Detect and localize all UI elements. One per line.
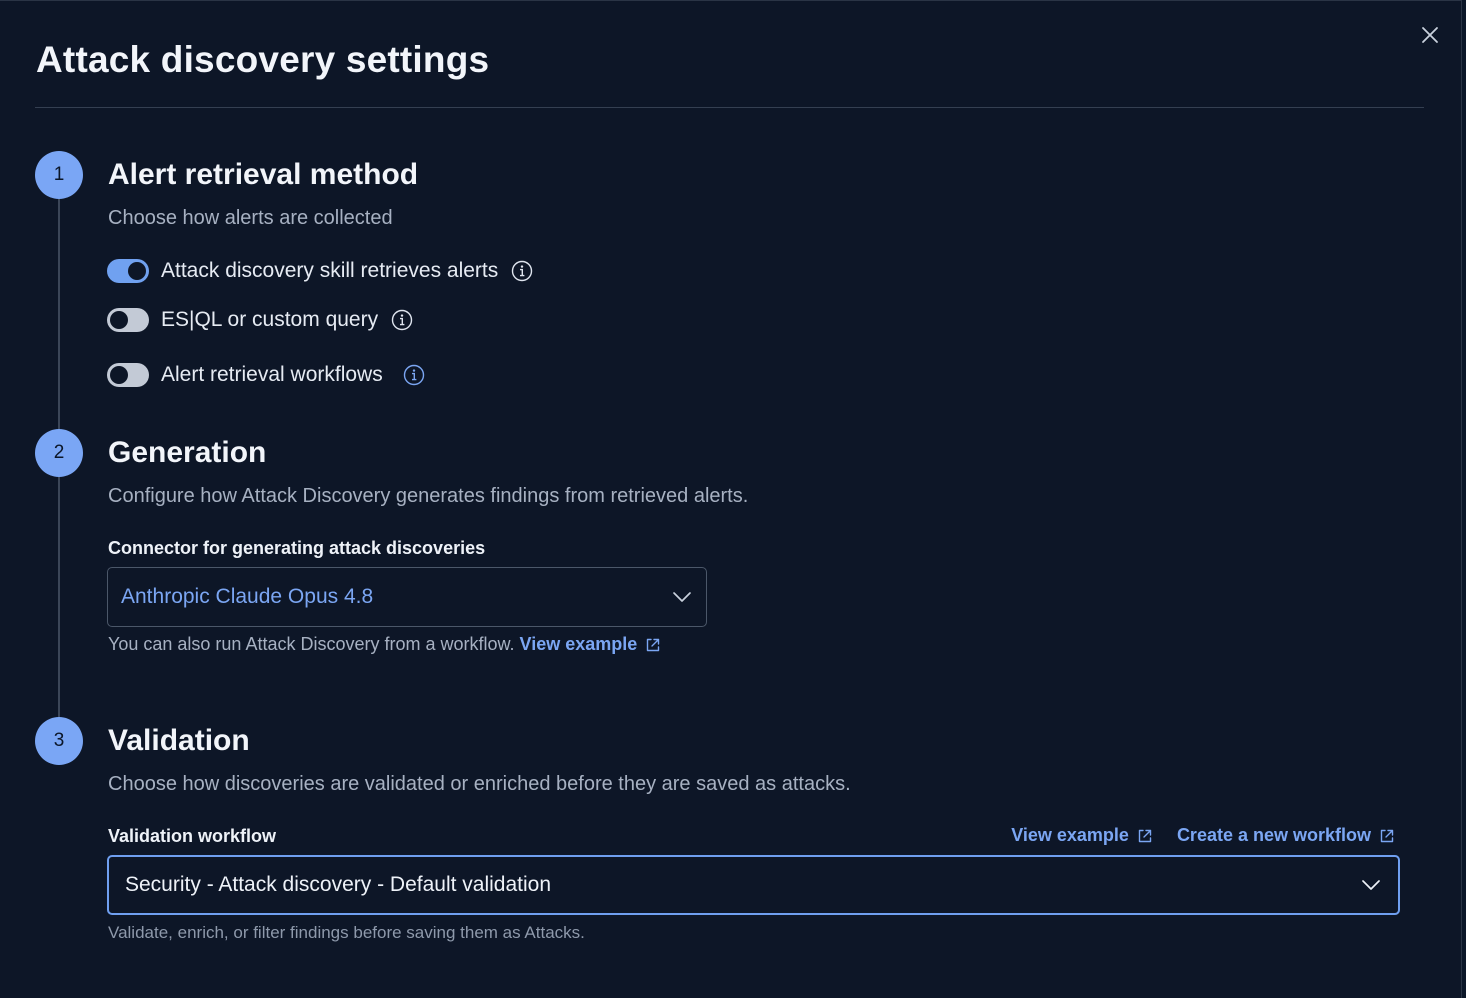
step-description-generation: Configure how Attack Discovery generates… [108,485,749,507]
view-example-link[interactable]: View example [520,634,662,655]
create-workflow-label: Create a new workflow [1176,825,1371,845]
info-icon[interactable] [403,364,425,386]
close-icon [1422,27,1438,43]
info-icon[interactable] [391,309,413,331]
external-link-icon [647,638,660,651]
validation-view-example-link[interactable]: View example [1011,825,1153,846]
connector-field-label: Connector for generating attack discover… [108,538,486,558]
connector-selected-value: Anthropic Claude Opus 4.8 [121,585,374,608]
step-title-generation: Generation [108,436,267,469]
external-link-icon [1138,829,1152,842]
step-description-alert-retrieval: Choose how alerts are collected [108,207,393,229]
toggle-row-skill-retrieves: Attack discovery skill retrieves alerts [107,257,533,285]
validation-help-text: Validate, enrich, or filter findings bef… [108,923,585,942]
esql-custom-query-switch[interactable] [107,308,149,332]
close-button[interactable] [1418,23,1442,47]
toggle-label: Alert retrieval workflows [161,363,383,386]
info-icon[interactable] [511,260,533,282]
step-title-alert-retrieval: Alert retrieval method [108,158,419,191]
create-workflow-link[interactable]: Create a new workflow [1177,825,1395,846]
settings-flyout: Attack discovery settings 1 Alert retrie… [0,0,1462,998]
step-number-1: 1 [35,151,83,199]
step-connector-1 [58,198,60,430]
connector-select[interactable]: Anthropic Claude Opus 4.8 [107,567,707,627]
external-link-icon [1380,829,1394,842]
validation-links: View example Create a new workflow [1011,825,1395,846]
connector-help-text: You can also run Attack Discovery from a… [108,634,515,654]
step-number-3: 3 [35,717,83,765]
step-title-validation: Validation [108,724,250,757]
validation-workflow-label: Validation workflow [108,826,277,846]
alert-retrieval-workflows-switch[interactable] [107,363,149,387]
validation-workflow-selected-value: Security - Attack discovery - Default va… [125,873,552,896]
view-example-link-label: View example [519,634,638,654]
toggle-row-esql-query: ES|QL or custom query [107,306,413,334]
title-divider [35,107,1424,108]
toggle-label: ES|QL or custom query [161,308,379,331]
toggle-row-retrieval-workflows: Alert retrieval workflows [107,361,425,389]
skill-retrieves-alerts-switch[interactable] [107,259,149,283]
validation-workflow-select[interactable]: Security - Attack discovery - Default va… [107,855,1400,915]
step-number-2: 2 [35,429,83,477]
validation-view-example-label: View example [1011,825,1129,845]
connector-help: You can also run Attack Discovery from a… [108,634,661,655]
page-title: Attack discovery settings [36,39,490,80]
chevron-down-icon [1362,880,1380,890]
chevron-down-icon [673,592,691,602]
step-connector-2 [58,476,60,718]
step-description-validation: Choose how discoveries are validated or … [108,773,851,795]
toggle-label: Attack discovery skill retrieves alerts [161,259,499,282]
